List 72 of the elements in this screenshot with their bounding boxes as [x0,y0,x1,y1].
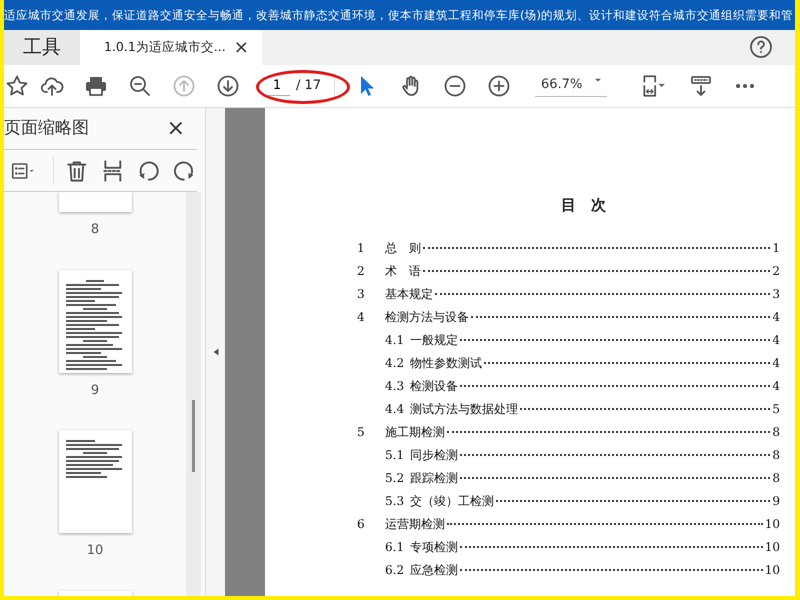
scrollbar-thumb[interactable] [192,400,195,472]
toc-page-number: 4 [772,378,780,394]
toc-entry[interactable]: 一般规定 [410,330,458,348]
close-tab-icon[interactable]: × [234,38,249,56]
toc-entry[interactable]: 基本规定 [385,284,433,302]
toc-page-number: 8 [772,424,780,440]
toc-entry[interactable]: 检测设备 [410,376,458,394]
page-number-label: 10 [86,542,104,560]
toc-number: 2 [357,262,366,280]
toc-number: 3 [357,286,366,302]
toc-entry[interactable]: 跟踪检测 [410,468,458,486]
next-page-icon[interactable] [216,74,240,98]
toc-entry[interactable]: 物性参数测试 [410,354,482,372]
tools-tab[interactable]: 工具 [4,30,80,65]
document-heading: 目 次 [560,195,607,216]
toc-number: 6.1 [385,538,406,556]
toc-page-number: 4 [772,332,780,348]
toc-number: 5 [357,424,366,440]
toc-page-number: 2 [772,262,780,280]
tab-label: 1.0.1为适应城市交... [104,38,226,56]
toc-page-number: 1 [772,240,780,256]
toc-page-number: 9 [772,492,780,510]
toc-entry[interactable]: 运营期检测 [385,514,445,532]
scan-icon[interactable] [689,74,713,98]
toc-entry[interactable]: 总 则 [385,238,421,256]
toc-entry[interactable]: 测试方法与数据处理 [410,400,518,418]
toc-entry[interactable]: 应急检测 [410,560,458,578]
zoom-dropdown[interactable]: 66.7% [535,74,607,98]
toc-entry[interactable]: 专项检测 [410,538,458,556]
toc-number: 6.2 [385,562,406,578]
print-icon[interactable] [84,74,108,98]
toc-number: 4.2 [385,354,406,372]
toc-entry[interactable]: 交（竣）工检测 [410,492,494,510]
toc-page-number: 10 [764,538,780,556]
toc-page-number: 5 [772,400,780,418]
toc-number: 4.4 [385,400,406,418]
zoom-out-icon[interactable] [443,74,467,98]
zoom-out-search-icon[interactable] [128,74,152,98]
help-icon[interactable] [749,35,773,59]
document-tab[interactable]: 1.0.1为适应城市交... × [80,30,262,65]
toc-page-number: 8 [772,470,780,486]
toc-page-number: 4 [772,308,780,326]
page-total: / 17 [296,77,322,96]
page-thumbnail[interactable] [58,192,132,212]
toc-entry[interactable]: 检测方法与设备 [385,308,469,326]
zoom-value: 66.7% [541,76,582,94]
page-thumbnail[interactable] [58,430,132,533]
page-thumbnail[interactable] [58,270,132,372]
toc-page-number: 10 [764,516,780,532]
toc-page-number: 10 [764,562,780,578]
zoom-in-icon[interactable] [487,74,511,98]
toc-number: 5.1 [385,446,406,464]
page-number-label: 8 [90,221,100,239]
panel-title: 页面缩略图 [4,116,89,140]
toc-entry[interactable]: 施工期检测 [385,422,445,440]
toc-number: 1 [357,240,366,256]
toc-page-number: 8 [772,446,780,464]
close-icon[interactable]: × [166,118,185,140]
toc-number: 6 [357,516,366,532]
toc-entry[interactable]: 术 语 [385,262,421,280]
toc-number: 4.1 [385,332,406,348]
banner-text: 适应城市交通发展，保证道路交通安全与畅通，改善城市静态交通环境，使本市建筑工程和停车库(场)的规划、设计和建设符合城市交通组织需要和管 [4,0,795,30]
toc-number: 5.2 [385,470,406,486]
toc-number: 5.3 [385,492,406,510]
toc-page-number: 4 [772,354,780,372]
toc-page-number: 3 [772,286,780,302]
toc-entry[interactable]: 同步检测 [410,446,458,464]
toc-number: 4 [357,308,366,326]
star-icon[interactable] [5,74,29,98]
page-number-label: 9 [90,382,100,400]
toc-number: 4.3 [385,378,406,394]
page-number-field[interactable]: 1 [264,76,290,96]
